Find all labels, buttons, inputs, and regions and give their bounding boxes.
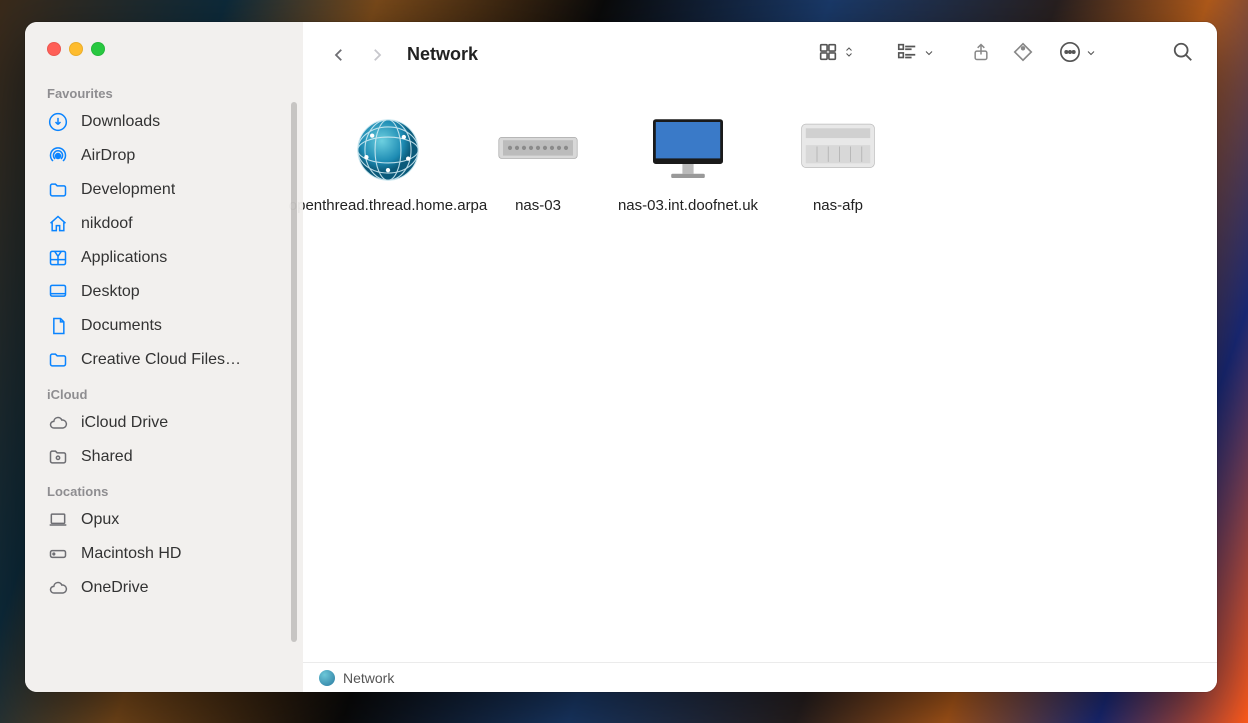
airdrop-icon bbox=[47, 145, 69, 167]
sidebar-item-icloud-drive[interactable]: iCloud Drive bbox=[25, 406, 303, 440]
item-name: openthread.thread.home.arpa bbox=[285, 196, 491, 216]
sidebar-item-macintosh-hd[interactable]: Macintosh HD bbox=[25, 537, 303, 571]
icon-view-icon bbox=[817, 41, 839, 68]
search-button[interactable] bbox=[1167, 41, 1199, 69]
tags-button[interactable] bbox=[1007, 41, 1039, 69]
sidebar-scroll-indicator[interactable] bbox=[291, 102, 297, 642]
sidebar-item-onedrive[interactable]: OneDrive bbox=[25, 571, 303, 605]
sidebar-item-label: Creative Cloud Files… bbox=[81, 351, 241, 369]
window-controls bbox=[25, 22, 303, 76]
group-icon bbox=[895, 41, 919, 68]
sidebar-item-label: nikdoof bbox=[81, 215, 133, 233]
sidebar-item-airdrop[interactable]: AirDrop bbox=[25, 139, 303, 173]
sidebar-section-locations: Locations bbox=[25, 474, 303, 503]
download-circle-icon bbox=[47, 111, 69, 133]
item-name: nas-afp bbox=[809, 196, 867, 216]
sidebar-item-label: AirDrop bbox=[81, 147, 135, 165]
item-name: nas-03.int.doofnet.uk bbox=[614, 196, 762, 216]
house-icon bbox=[47, 213, 69, 235]
sidebar-item-label: Macintosh HD bbox=[81, 545, 181, 563]
desktop-icon bbox=[47, 281, 69, 303]
sidebar-item-label: Applications bbox=[81, 249, 167, 267]
sidebar-item-label: Downloads bbox=[81, 113, 160, 131]
window-title: Network bbox=[407, 44, 478, 65]
network-item[interactable]: nas-03 bbox=[463, 110, 613, 216]
network-item[interactable]: openthread.thread.home.arpa bbox=[313, 110, 463, 216]
sidebar-item-label: Development bbox=[81, 181, 175, 199]
mac-pro-rack-icon bbox=[496, 110, 580, 190]
xserve-icon bbox=[796, 110, 880, 190]
path-bar[interactable]: Network bbox=[303, 662, 1217, 692]
sidebar-item-home[interactable]: nikdoof bbox=[25, 207, 303, 241]
fullscreen-window-button[interactable] bbox=[91, 42, 105, 56]
chevron-down-icon bbox=[1085, 46, 1097, 64]
search-icon bbox=[1172, 41, 1194, 68]
folder-icon bbox=[47, 349, 69, 371]
cloud-icon bbox=[47, 412, 69, 434]
network-globe-icon bbox=[346, 110, 430, 190]
sidebar-item-applications[interactable]: Applications bbox=[25, 241, 303, 275]
minimize-window-button[interactable] bbox=[69, 42, 83, 56]
sidebar-item-shared[interactable]: Shared bbox=[25, 440, 303, 474]
sidebar-item-label: Documents bbox=[81, 317, 162, 335]
finder-window: Favourites Downloads AirDrop Development… bbox=[25, 22, 1217, 692]
share-icon bbox=[971, 41, 991, 68]
toolbar: Network bbox=[303, 22, 1217, 88]
network-item[interactable]: nas-03.int.doofnet.uk bbox=[613, 110, 763, 216]
sidebar-item-label: Desktop bbox=[81, 283, 140, 301]
sidebar-item-creative-cloud[interactable]: Creative Cloud Files… bbox=[25, 343, 303, 377]
content-area[interactable]: openthread.thread.home.arpa nas-03 bbox=[303, 88, 1217, 662]
chevron-down-icon bbox=[923, 46, 935, 64]
item-name: nas-03 bbox=[511, 196, 565, 216]
sidebar-item-label: iCloud Drive bbox=[81, 414, 168, 432]
share-button[interactable] bbox=[965, 41, 997, 69]
sidebar-item-label: Shared bbox=[81, 448, 133, 466]
laptop-icon bbox=[47, 509, 69, 531]
document-icon bbox=[47, 315, 69, 337]
sidebar-item-desktop[interactable]: Desktop bbox=[25, 275, 303, 309]
forward-button[interactable] bbox=[363, 41, 391, 69]
sidebar-item-documents[interactable]: Documents bbox=[25, 309, 303, 343]
path-label: Network bbox=[343, 670, 394, 686]
action-menu-button[interactable] bbox=[1059, 41, 1097, 68]
folder-icon bbox=[47, 179, 69, 201]
sidebar-section-icloud: iCloud bbox=[25, 377, 303, 406]
disk-icon bbox=[47, 543, 69, 565]
ellipsis-circle-icon bbox=[1059, 41, 1081, 68]
back-button[interactable] bbox=[325, 41, 353, 69]
shared-folder-icon bbox=[47, 446, 69, 468]
sidebar-item-development[interactable]: Development bbox=[25, 173, 303, 207]
network-item[interactable]: nas-afp bbox=[763, 110, 913, 216]
tag-icon bbox=[1012, 41, 1034, 68]
network-globe-mini-icon bbox=[319, 670, 335, 686]
chevron-updown-icon bbox=[843, 43, 855, 66]
main-area: Network bbox=[303, 22, 1217, 692]
sidebar-item-label: Opux bbox=[81, 511, 119, 529]
applications-icon bbox=[47, 247, 69, 269]
sidebar-item-opux[interactable]: Opux bbox=[25, 503, 303, 537]
imac-display-icon bbox=[646, 110, 730, 190]
sidebar-item-downloads[interactable]: Downloads bbox=[25, 105, 303, 139]
sidebar-item-label: OneDrive bbox=[81, 579, 149, 597]
view-mode-button[interactable] bbox=[817, 41, 855, 68]
cloud-icon bbox=[47, 577, 69, 599]
close-window-button[interactable] bbox=[47, 42, 61, 56]
sidebar: Favourites Downloads AirDrop Development… bbox=[25, 22, 303, 692]
group-by-button[interactable] bbox=[895, 41, 935, 68]
sidebar-section-favourites: Favourites bbox=[25, 76, 303, 105]
